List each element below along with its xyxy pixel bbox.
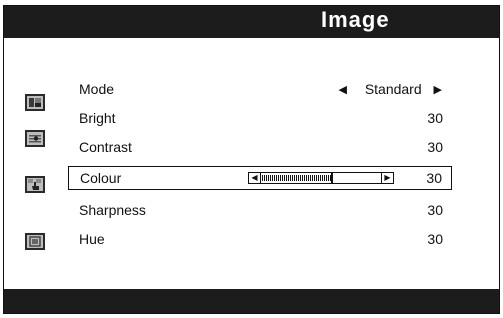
setting-contrast[interactable]: Contrast 30 — [68, 136, 452, 160]
setting-value: 30 — [427, 110, 443, 126]
setting-mode[interactable]: Mode ◀ Standard ▶ — [68, 78, 452, 102]
setting-label: Contrast — [79, 139, 132, 155]
slider-fill — [262, 175, 333, 181]
setting-value: 30 — [426, 170, 442, 186]
setting-label: Sharpness — [79, 202, 146, 218]
setting-label: Colour — [80, 170, 122, 186]
setting-label: Bright — [79, 110, 116, 126]
setting-bright[interactable]: Bright 30 — [68, 107, 452, 131]
setting-colour[interactable]: Colour ◀ ▶ 30 — [68, 166, 452, 190]
slider-thumb[interactable] — [331, 173, 334, 183]
slider-track[interactable] — [262, 173, 379, 183]
setting-value: 30 — [427, 231, 443, 247]
setting-value: 30 — [427, 202, 443, 218]
picture-icon[interactable] — [25, 94, 45, 111]
option-icon[interactable] — [25, 233, 45, 250]
arrow-left-icon[interactable]: ◀ — [338, 83, 346, 96]
setting-sharpness[interactable]: Sharpness 30 — [68, 199, 452, 223]
image-adjust-icon[interactable] — [25, 130, 45, 147]
menu-header: Image — [4, 6, 499, 38]
setting-hue[interactable]: Hue 30 — [68, 228, 452, 252]
osd-menu: Image Mode ◀ Standard ▶ Bright 30 Contra… — [3, 5, 500, 314]
slider-increase-icon[interactable]: ▶ — [381, 173, 393, 183]
setting-label: Hue — [79, 231, 105, 247]
colour-slider[interactable]: ◀ ▶ — [248, 172, 394, 184]
mode-value: Standard — [364, 81, 422, 97]
arrow-right-icon[interactable]: ▶ — [434, 83, 442, 96]
mode-value-group: ◀ Standard ▶ — [338, 81, 442, 97]
slider-decrease-icon[interactable]: ◀ — [249, 173, 261, 183]
setting-value: 30 — [427, 139, 443, 155]
menu-title: Image — [321, 7, 390, 32]
menu-footer — [4, 289, 499, 313]
setting-label: Mode — [79, 81, 115, 97]
setup-hand-icon[interactable] — [25, 176, 45, 193]
